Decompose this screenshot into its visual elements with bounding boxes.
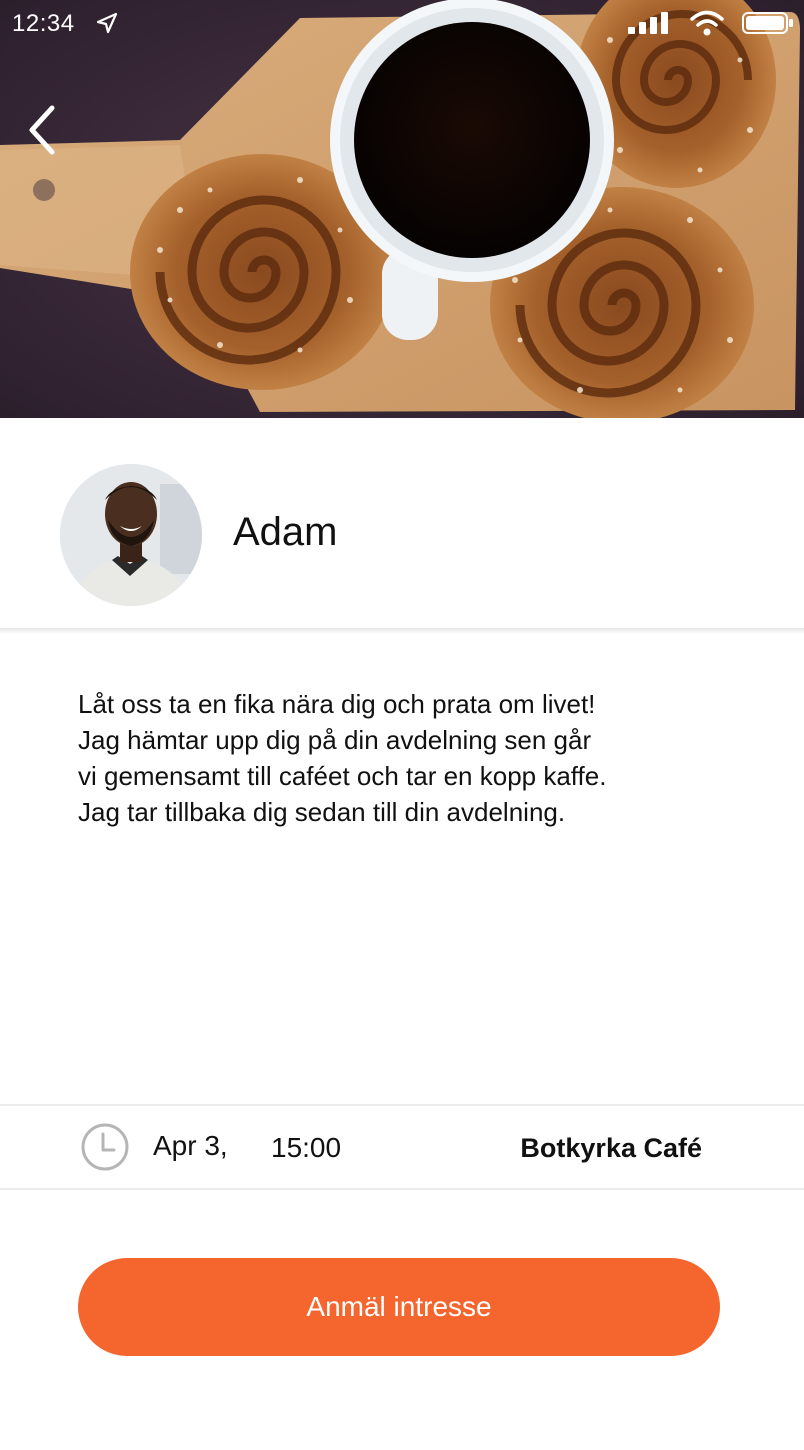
host-avatar-photo (60, 464, 202, 606)
hero-image: 12:34 (0, 0, 804, 418)
host-name: Adam (233, 510, 338, 554)
clock-icon (81, 1123, 129, 1171)
event-info-row: Apr 3, 15:00 Botkyrka Café (0, 1104, 804, 1190)
cellular-signal-icon (628, 12, 668, 34)
description-line: vi gemensamt till caféet och tar en kopp… (78, 761, 607, 791)
event-time: 15:00 (271, 1132, 342, 1163)
back-button[interactable] (22, 102, 66, 158)
register-interest-button[interactable]: Anmäl intresse (78, 1258, 720, 1356)
event-detail-screen: 12:34 Adam Låt oss ta en fika nära dig o… (0, 0, 804, 1450)
avatar[interactable] (60, 464, 202, 606)
chevron-left-icon (29, 105, 55, 155)
event-description: Låt oss ta en fika nära dig och prata om… (78, 686, 738, 830)
battery-icon (742, 12, 793, 34)
event-location: Botkyrka Café (520, 1133, 702, 1163)
description-line: Låt oss ta en fika nära dig och prata om… (78, 689, 596, 719)
description-line: Jag hämtar upp dig på din avdelning sen … (78, 725, 592, 755)
event-date: Apr 3, (153, 1130, 228, 1161)
coffee-and-cinnamon-buns-illustration (0, 0, 804, 418)
divider (0, 628, 804, 634)
description-line: Jag tar tillbaka dig sedan till din avde… (78, 797, 566, 827)
host-row: Adam (0, 418, 804, 630)
status-time: 12:34 (12, 10, 75, 37)
wifi-icon (690, 10, 724, 36)
location-arrow-icon (96, 12, 118, 34)
status-bar: 12:34 (0, 0, 804, 50)
